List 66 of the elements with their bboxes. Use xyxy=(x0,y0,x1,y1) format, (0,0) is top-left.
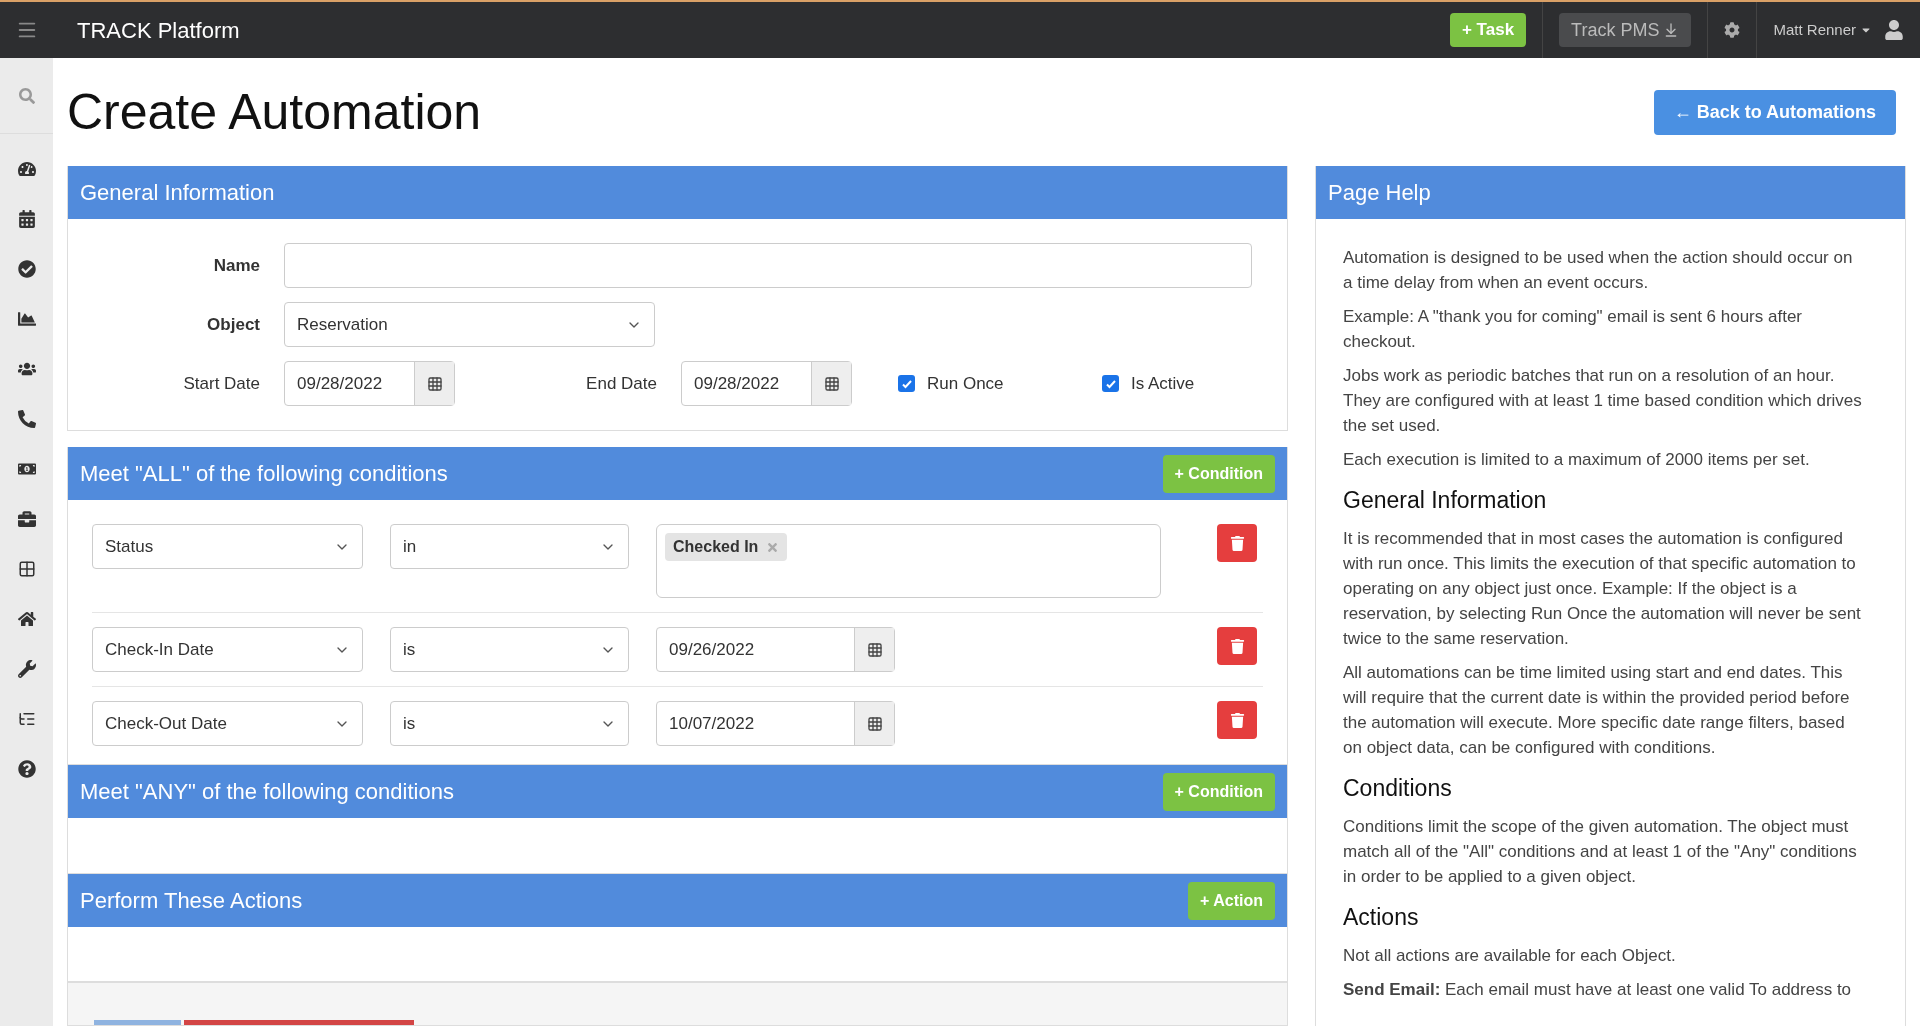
app-title: TRACK Platform xyxy=(77,16,240,45)
help-paragraph: All automations can be time limited using start and end dates. This will require that the current date is within the provided period before the automation will execute. More specific date range filters, based on object data, can be configured with conditions. xyxy=(1343,662,1851,759)
page-title: Create Automation xyxy=(67,82,482,142)
tags-field[interactable]: Checked In xyxy=(656,524,1161,598)
help-paragraph: Not all actions are available for each Object. xyxy=(1343,945,1677,967)
date-field[interactable]: 10/07/2022 xyxy=(656,701,895,746)
select-field[interactable]: in xyxy=(390,524,629,569)
help-paragraph: Conditions limit the scope of the given automation. The object must match all of the "All" conditions and at least 1 of the "Any" conditions in order to be applied to a given object. xyxy=(1343,816,1858,888)
section-title: Meet "ALL" of the following conditions xyxy=(80,460,448,488)
checkbox[interactable] xyxy=(1102,375,1119,392)
user-menu[interactable]: Matt Renner xyxy=(1773,18,1872,42)
field-label: End Date xyxy=(585,372,658,395)
select-field[interactable]: Status xyxy=(92,524,363,569)
section-title: Perform These Actions xyxy=(80,887,303,915)
section-title: General Information xyxy=(80,179,275,207)
select-field[interactable]: is xyxy=(390,701,629,746)
help-paragraph: Automation is designed to be used when the action should occur on a time delay from when an event occurs. xyxy=(1343,247,1854,294)
help-paragraph: Send Email: Each email must have at least one valid To address to xyxy=(1343,979,1853,1001)
trash-icon xyxy=(1229,638,1245,654)
help-paragraph: Jobs work as periodic batches that run on a resolution of an hour. They are configured with at least 1 time based condition which drives the set used. xyxy=(1343,365,1863,437)
pms-button[interactable]: Track PMS xyxy=(1559,13,1692,47)
date-field[interactable]: 09/28/2022 xyxy=(681,361,852,406)
field-label: Object xyxy=(206,313,261,336)
date-field[interactable]: 09/26/2022 xyxy=(656,627,895,672)
select-field[interactable]: Reservation xyxy=(284,302,655,347)
grid-icon[interactable] xyxy=(17,560,36,578)
home-icon[interactable] xyxy=(17,610,36,628)
help-icon[interactable] xyxy=(17,760,36,778)
calendar-grid-icon xyxy=(823,375,840,392)
select-field[interactable]: is xyxy=(390,627,629,672)
help-heading: Conditions xyxy=(1343,774,1453,803)
help-paragraph: It is recommended that in most cases the automation is configured with run once. This limits the execution of that specific automation to operating on any object just once. Example: If the object is a reservation, by selecting Run Once the automation will never be sent twice to the same reservation. xyxy=(1343,528,1862,650)
wrench-icon[interactable] xyxy=(17,660,36,678)
settings-icon[interactable] xyxy=(1724,22,1741,38)
delete-button[interactable] xyxy=(1217,524,1257,562)
calendar-grid-icon xyxy=(866,641,883,658)
checkbox-label: Run Once xyxy=(927,372,1004,395)
checkbox[interactable] xyxy=(898,375,915,392)
select-field[interactable]: Check-Out Date xyxy=(92,701,363,746)
field-label: Start Date xyxy=(182,372,261,395)
checkbox-label: Is Active xyxy=(1131,372,1195,395)
help-heading: Actions xyxy=(1343,903,1420,932)
trash-icon xyxy=(1229,535,1245,551)
phone-icon[interactable] xyxy=(17,410,36,428)
trash-icon xyxy=(1229,712,1245,728)
section-title: Page Help xyxy=(1328,179,1431,207)
delete-button[interactable] xyxy=(1217,627,1257,665)
tag-chip: Checked In xyxy=(665,533,788,561)
help-paragraph: Each execution is limited to a maximum of 2000 items per set. xyxy=(1343,449,1811,471)
area-chart-icon[interactable] xyxy=(17,310,36,328)
briefcase-icon[interactable] xyxy=(17,510,36,528)
field-label: Name xyxy=(212,254,261,277)
calendar-icon[interactable] xyxy=(17,210,36,228)
user-icon xyxy=(1884,20,1904,40)
calendar-grid-icon xyxy=(426,375,443,392)
name-input[interactable] xyxy=(284,243,1252,288)
help-heading: General Information xyxy=(1343,486,1548,515)
date-field[interactable]: 09/28/2022 xyxy=(284,361,455,406)
gauge-icon[interactable] xyxy=(17,160,36,178)
delete-button[interactable] xyxy=(1217,701,1257,739)
users-icon[interactable] xyxy=(17,360,36,378)
calendar-grid-icon xyxy=(866,715,883,732)
section-title: Meet "ANY" of the following conditions xyxy=(80,778,454,806)
list-icon[interactable] xyxy=(17,710,36,728)
select-field[interactable]: Check-In Date xyxy=(92,627,363,672)
help-paragraph: Example: A "thank you for coming" email is sent 6 hours after checkout. xyxy=(1343,306,1804,353)
